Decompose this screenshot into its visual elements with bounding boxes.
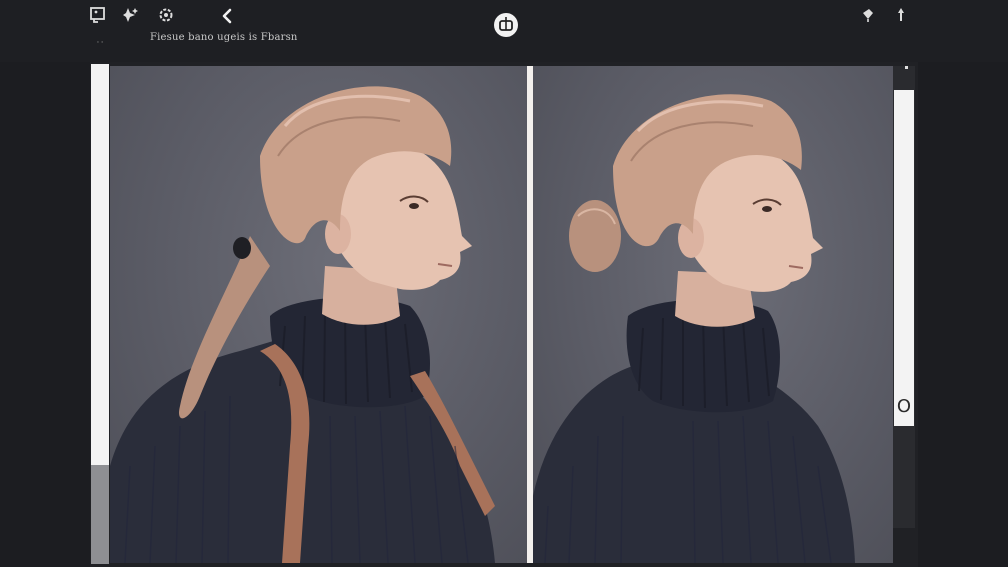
image-caption: Fiesue bano ugeis is Fbarsn (150, 32, 298, 43)
left-scroll-rail[interactable] (91, 64, 109, 564)
original-image-panel[interactable] (110, 66, 527, 563)
right-scroll-rail[interactable]: O (893, 66, 915, 528)
chevron-left-icon[interactable] (219, 7, 237, 25)
portrait-original-image (110, 86, 495, 563)
image-frame-icon[interactable] (89, 6, 107, 24)
edited-image-panel[interactable] (533, 66, 893, 563)
sparkle-icon[interactable] (122, 6, 140, 24)
compare-button[interactable] (494, 13, 518, 37)
paint-drop-icon[interactable] (859, 6, 877, 24)
pin-icon[interactable] (892, 6, 910, 24)
portrait-edited-image (533, 94, 855, 563)
gear-icon[interactable] (157, 6, 175, 24)
left-scroll-thumb[interactable] (91, 64, 109, 465)
tiny-mark: ' ' (97, 40, 104, 48)
rail-dot (905, 66, 908, 69)
rail-glyph: O (896, 396, 912, 417)
right-scroll-thumb[interactable] (894, 90, 914, 426)
top-toolbar: Fiesue bano ugeis is Fbarsn ' ' (0, 0, 1008, 62)
compare-icon (499, 17, 513, 31)
